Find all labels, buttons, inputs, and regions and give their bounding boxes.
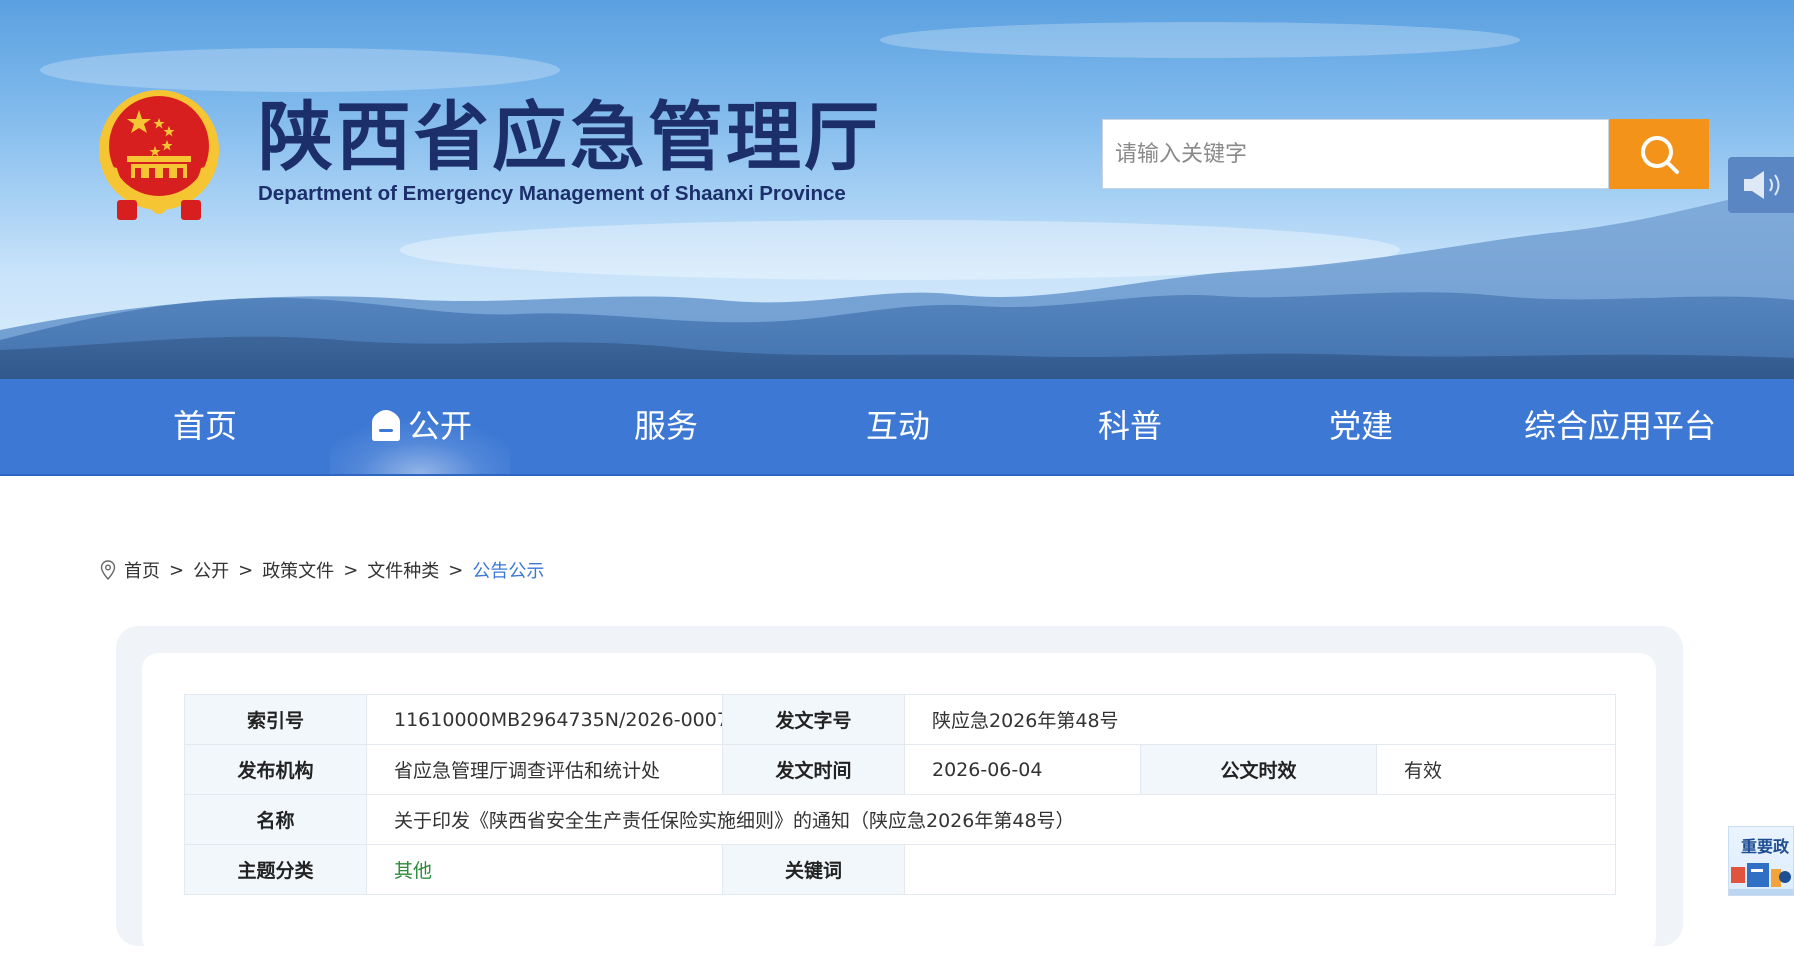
breadcrumb-policy-docs[interactable]: 政策文件 [262, 557, 334, 583]
document-metadata-table: 索引号 11610000MB2964735N/2026-00079 发文字号 陕… [184, 694, 1617, 895]
issuing-org-value: 省应急管理厅调查评估和统计处 [366, 744, 723, 795]
breadcrumb-separator: > [448, 559, 464, 581]
important-policy-label: 重要政 [1741, 837, 1790, 856]
site-title: 陕西省应急管理厅 [258, 93, 883, 181]
table-row: 索引号 11610000MB2964735N/2026-00079 发文字号 陕… [184, 694, 1617, 745]
breadcrumb-open[interactable]: 公开 [193, 557, 229, 583]
speaker-icon [1744, 171, 1780, 199]
nav-item-label: 互动 [865, 407, 930, 445]
doc-name-value: 关于印发《陕西省安全生产责任保险实施细则》的通知（陕应急2026年第48号） [365, 794, 1617, 845]
nav-item-label: 综合应用平台 [1523, 407, 1716, 445]
search-input[interactable] [1113, 123, 1597, 185]
table-row: 主题分类 其他 关键词 [184, 844, 1617, 895]
table-row: 名称 关于印发《陕西省安全生产责任保险实施细则》的通知（陕应急2026年第48号… [184, 794, 1617, 845]
nav-item-science[interactable]: 科普 [1070, 379, 1190, 474]
nav-item-label: 科普 [1097, 407, 1162, 445]
validity-value: 有效 [1375, 744, 1617, 795]
breadcrumb-separator: > [238, 559, 254, 581]
nav-item-open[interactable]: 公开 [330, 379, 510, 474]
site-subtitle: Department of Emergency Management of Sh… [258, 182, 846, 205]
topic-value[interactable]: 其他 [366, 844, 723, 895]
breadcrumb-announcements[interactable]: 公告公示 [472, 557, 544, 583]
index-number-label: 索引号 [184, 694, 367, 745]
keywords-label: 关键词 [722, 844, 905, 895]
issue-date-label: 发文时间 [722, 744, 905, 795]
search-box [1102, 119, 1609, 189]
nav-item-party[interactable]: 党建 [1301, 379, 1421, 474]
breadcrumb-separator: > [169, 559, 185, 581]
breadcrumb-doc-types[interactable]: 文件种类 [367, 557, 439, 583]
home-icon [371, 410, 400, 441]
keywords-value [903, 844, 1617, 895]
main-nav: 首页 公开 服务 互动 科普 党建 综合应用平台 [0, 379, 1794, 476]
nav-item-label: 公开 [407, 407, 472, 445]
validity-label: 公文时效 [1140, 744, 1377, 795]
index-number-value: 11610000MB2964735N/2026-00079 [366, 694, 723, 745]
policy-illustration-icon [1729, 863, 1793, 895]
important-policy-float[interactable]: 重要政 [1728, 826, 1794, 896]
national-emblem-icon [99, 90, 219, 220]
nav-item-platform[interactable]: 综合应用平台 [1520, 379, 1720, 474]
issue-date-value: 2026-06-04 [904, 744, 1141, 795]
nav-item-label: 党建 [1328, 407, 1393, 445]
breadcrumb-separator: > [343, 559, 359, 581]
search-icon [1641, 136, 1679, 174]
search-button[interactable] [1609, 119, 1709, 189]
audio-toggle-button[interactable] [1728, 157, 1794, 213]
nav-item-label: 服务 [633, 407, 698, 445]
doc-name-label: 名称 [184, 794, 367, 845]
nav-item-service[interactable]: 服务 [606, 379, 726, 474]
nav-item-home[interactable]: 首页 [145, 379, 265, 474]
nav-item-interaction[interactable]: 互动 [838, 379, 958, 474]
location-pin-icon [100, 560, 116, 580]
document-number-label: 发文字号 [722, 694, 905, 745]
document-number-value: 陕应急2026年第48号 [903, 694, 1617, 745]
breadcrumb-home[interactable]: 首页 [124, 557, 160, 583]
breadcrumb: 首页 > 公开 > 政策文件 > 文件种类 > 公告公示 [100, 556, 544, 584]
nav-item-label: 首页 [172, 407, 237, 445]
table-row: 发布机构 省应急管理厅调查评估和统计处 发文时间 2026-06-04 公文时效… [184, 744, 1617, 795]
issuing-org-label: 发布机构 [184, 744, 367, 795]
header-banner: 陕西省应急管理厅 Department of Emergency Managem… [0, 0, 1794, 380]
topic-label: 主题分类 [184, 844, 367, 895]
